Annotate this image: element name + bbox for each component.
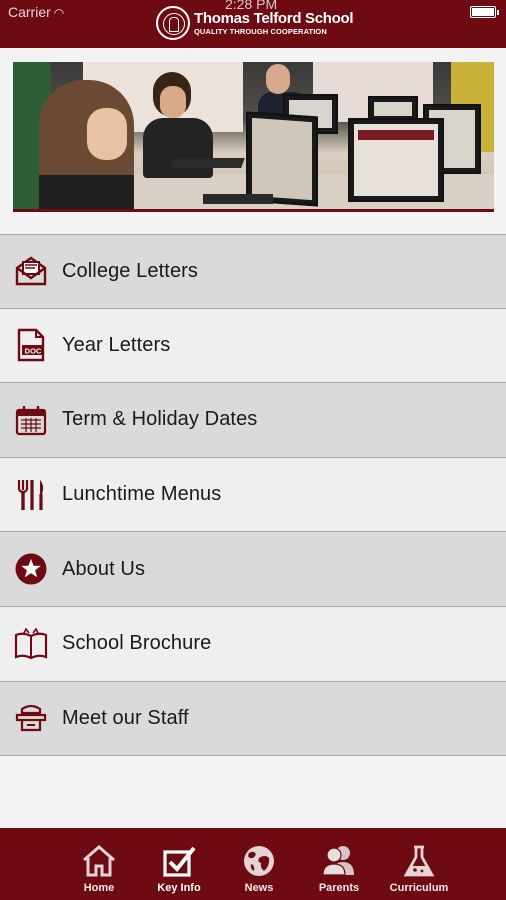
hero-photo: [13, 62, 494, 212]
school-tagline: QUALITY THROUGH COOPERATION: [194, 26, 327, 36]
tab-news[interactable]: News: [219, 828, 299, 900]
bottom-tab-bar: Home Key Info News Parents Curriculum: [0, 828, 506, 900]
battery-icon: [470, 6, 499, 18]
menu-item-school-brochure[interactable]: School Brochure: [0, 606, 506, 682]
cutlery-icon: [17, 479, 44, 510]
tab-label: Home: [83, 882, 115, 894]
doc-file-icon: DOC: [17, 329, 45, 362]
flask-icon: [403, 845, 435, 877]
top-bar: Carrier ◠ 2:28 PM Thomas Telford School Q…: [0, 0, 506, 48]
school-name: Thomas Telford School: [194, 9, 354, 27]
calendar-icon: [15, 405, 47, 436]
carrier-label: Carrier: [8, 4, 51, 20]
menu-item-label: Term & Holiday Dates: [62, 408, 258, 431]
tab-label: News: [244, 882, 274, 894]
menu-item-label: Lunchtime Menus: [62, 483, 222, 506]
menu-item-label: Year Letters: [62, 333, 171, 356]
tab-home[interactable]: Home: [59, 828, 139, 900]
house-icon: [83, 845, 115, 877]
menu-item-year-letters[interactable]: DOC Year Letters: [0, 308, 506, 384]
tab-label: Key Info: [157, 882, 201, 894]
menu-item-term-holiday-dates[interactable]: Term & Holiday Dates: [0, 383, 506, 458]
screen: Carrier ◠ 2:28 PM Thomas Telford School Q…: [0, 0, 506, 900]
tab-curriculum[interactable]: Curriculum: [379, 828, 459, 900]
star-badge-icon: [15, 553, 47, 585]
globe-icon: [244, 846, 274, 876]
menu-item-about-us[interactable]: About Us: [0, 532, 506, 607]
menu-item-college-letters[interactable]: College Letters: [0, 234, 506, 309]
menu-item-label: College Letters: [62, 259, 199, 282]
envelope-icon: [15, 256, 47, 286]
staff-desk-icon: [15, 705, 47, 732]
tab-key-info[interactable]: Key Info: [139, 828, 219, 900]
menu-item-label: School Brochure: [62, 632, 212, 655]
wifi-icon: ◠: [53, 6, 65, 20]
menu-item-label: Meet our Staff: [62, 706, 189, 729]
school-crest-logo: [156, 6, 190, 40]
school-brand: Thomas Telford School QUALITY THROUGH CO…: [156, 6, 354, 40]
menu-item-meet-our-staff[interactable]: Meet our Staff: [0, 681, 506, 757]
tab-label: Curriculum: [389, 882, 449, 894]
tab-parents[interactable]: Parents: [299, 828, 379, 900]
open-book-icon: [14, 627, 48, 659]
tab-label: Parents: [318, 882, 360, 894]
checkbox-icon: [163, 846, 196, 877]
menu-item-label: About Us: [62, 557, 146, 580]
status-carrier: Carrier ◠: [8, 4, 64, 20]
people-icon: [322, 846, 354, 876]
menu-item-lunchtime-menus[interactable]: Lunchtime Menus: [0, 457, 506, 533]
svg-text:DOC: DOC: [25, 347, 42, 356]
key-info-menu: College Letters DOC Year Letters Term & …: [0, 234, 506, 757]
